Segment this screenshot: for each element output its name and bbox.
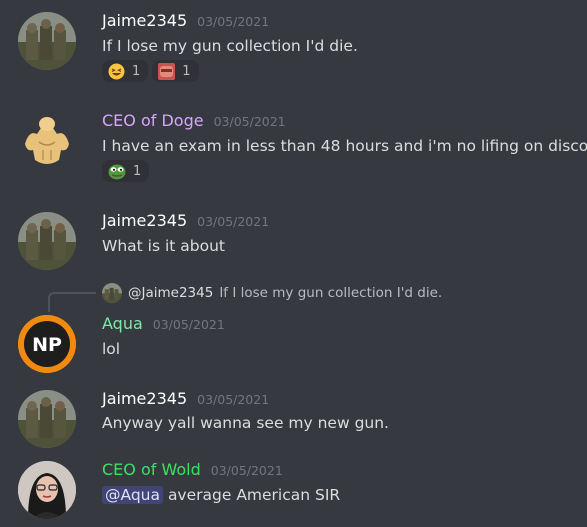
message-item: Jaime2345 03/05/2021 Anyway yall wanna se… — [0, 378, 587, 453]
message-text: If I lose my gun collection I'd die. — [102, 37, 358, 55]
avatar[interactable] — [15, 110, 79, 174]
message-text: lol — [102, 340, 121, 358]
timestamp: 03/05/2021 — [197, 214, 270, 229]
reaction-button[interactable]: 1 — [152, 60, 199, 82]
username[interactable]: CEO of Doge 03/05/2021 — [102, 111, 286, 132]
reply-author[interactable]: @Jaime2345 — [128, 285, 213, 301]
woman-avatar-icon — [18, 461, 76, 519]
message-item: Jaime2345 03/05/2021 If I lose my gun col… — [0, 0, 587, 95]
message-item: Jaime2345 03/05/2021 What is it about — [0, 200, 587, 275]
message-text: What is it about — [102, 237, 225, 255]
username-text[interactable]: Jaime2345 — [102, 211, 187, 230]
reaction-count: 1 — [182, 63, 191, 79]
laughing-emoji-icon — [108, 63, 125, 79]
message-text: @Aqua average American SIR — [102, 485, 340, 505]
message-item: CEO of Doge 03/05/2021 I have an exam in … — [0, 100, 587, 195]
timestamp: 03/05/2021 — [197, 392, 270, 407]
soldiers-avatar-icon — [18, 390, 76, 448]
reaction-button[interactable]: 1 — [102, 60, 149, 82]
reaction-button[interactable]: 1 — [102, 160, 150, 182]
soldiers-avatar-icon — [18, 212, 76, 270]
avatar[interactable]: NP — [18, 315, 76, 373]
reactions: 1 — [102, 160, 150, 182]
reaction-count: 1 — [132, 63, 141, 79]
custom-face-emoji-icon — [158, 62, 176, 80]
message-text-body: average American SIR — [167, 486, 341, 504]
message-text: Anyway yall wanna see my new gun. — [102, 414, 389, 432]
timestamp: 03/05/2021 — [213, 114, 286, 129]
username-text[interactable]: Aqua — [102, 314, 143, 333]
message-item: CEO of Wold 03/05/2021 @Aqua average Amer… — [0, 452, 587, 527]
username-text[interactable]: CEO of Doge — [102, 111, 204, 130]
reactions: 1 1 — [102, 60, 199, 82]
username-text[interactable]: Jaime2345 — [102, 389, 187, 408]
message-text: I have an exam in less than 48 hours and… — [102, 137, 587, 155]
username-text[interactable]: CEO of Wold — [102, 460, 201, 479]
message-item: NP Aqua 03/05/2021 lol — [0, 300, 587, 375]
avatar[interactable] — [18, 212, 76, 270]
username[interactable]: Jaime2345 03/05/2021 — [102, 11, 269, 32]
timestamp: 03/05/2021 — [152, 317, 225, 332]
np-avatar-icon: NP — [18, 315, 76, 373]
timestamp: 03/05/2021 — [197, 14, 270, 29]
pepe-emoji-icon — [108, 164, 126, 179]
reply-text[interactable]: If I lose my gun collection I'd die. — [219, 285, 442, 301]
chat-messages: Jaime2345 03/05/2021 If I lose my gun col… — [0, 0, 587, 527]
username[interactable]: Aqua 03/05/2021 — [102, 314, 225, 335]
np-avatar-text: NP — [32, 334, 62, 356]
avatar[interactable] — [18, 461, 76, 519]
user-mention[interactable]: @Aqua — [102, 486, 163, 504]
reaction-count: 1 — [133, 163, 142, 179]
avatar[interactable] — [18, 390, 76, 448]
username[interactable]: Jaime2345 03/05/2021 — [102, 389, 269, 410]
soldiers-avatar-icon — [18, 12, 76, 70]
buff-doge-avatar-icon — [25, 117, 69, 164]
timestamp: 03/05/2021 — [210, 463, 283, 478]
username[interactable]: CEO of Wold 03/05/2021 — [102, 460, 283, 481]
avatar[interactable] — [18, 12, 76, 70]
username[interactable]: Jaime2345 03/05/2021 — [102, 211, 269, 232]
username-text[interactable]: Jaime2345 — [102, 11, 187, 30]
